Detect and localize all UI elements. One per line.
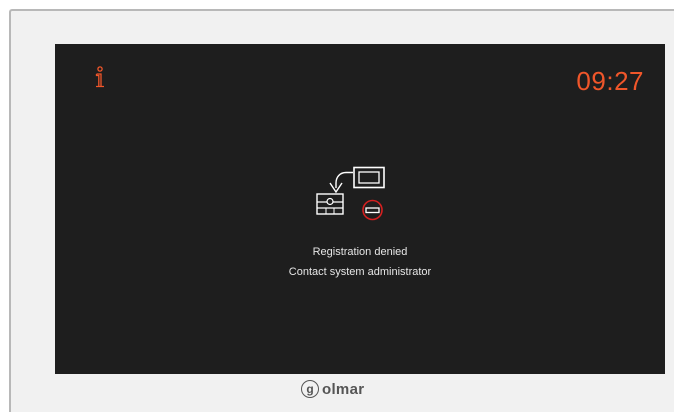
monitor-icon (353, 166, 385, 189)
display-screen: 09:27 Registration denied Contact system… (55, 44, 665, 374)
no-entry-icon (362, 199, 383, 221)
status-instruction: Contact system administrator (288, 266, 432, 278)
brand-name: olmar (322, 380, 365, 398)
door-panel-icon (316, 193, 344, 215)
registration-illustration (316, 166, 385, 221)
info-icon[interactable] (92, 66, 108, 90)
brand-mark: g (301, 380, 319, 398)
brand-logo: g olmar (301, 378, 364, 400)
status-message: Registration denied (312, 246, 408, 258)
curved-arrow-icon (329, 171, 353, 194)
clock: 09:27 (576, 66, 644, 96)
